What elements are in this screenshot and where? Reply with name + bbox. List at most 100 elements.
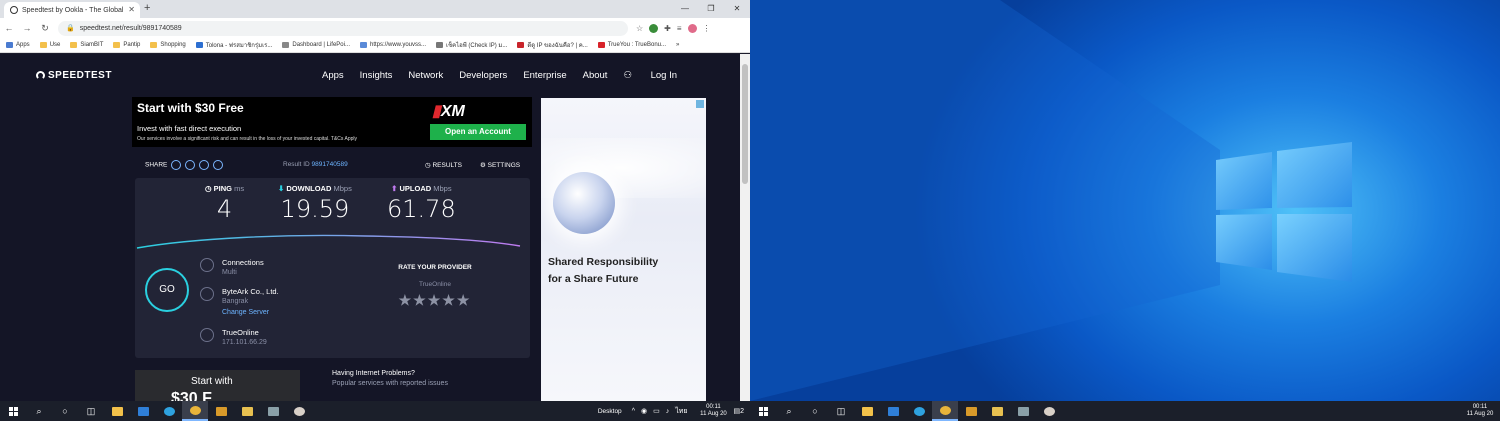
profile-avatar[interactable] [687,23,697,33]
more-icon[interactable] [212,160,223,170]
nav-network[interactable]: Network [408,70,443,81]
bookmark-item[interactable]: Apps [6,42,30,48]
new-tab-button[interactable]: + [144,2,150,14]
clock[interactable]: 00:11 11 Aug 20 [1460,404,1500,418]
internet-problems[interactable]: Having Internet Problems? Popular servic… [332,370,448,387]
ad-banner-side[interactable]: Shared Responsibility for a Share Future [541,98,706,401]
edge-icon[interactable] [906,401,932,421]
bookmark-item[interactable]: Pantip [113,42,140,48]
system-tray-right: 00:11 11 Aug 20 [1460,401,1500,421]
address-bar[interactable]: 🔒 speedtest.net/result/9891740589 [58,20,628,36]
display-icon[interactable]: ▭ [653,407,660,415]
task-view-icon[interactable]: ◫ [78,401,104,421]
network-icon[interactable]: ◉ [641,407,647,415]
media-icon[interactable] [208,401,234,421]
forward-arrow-icon[interactable]: → [18,23,36,33]
ad-headline: Start with $30 Free [137,101,244,115]
speedtest-logo[interactable]: SPEEDTEST [36,70,112,81]
notification-icon[interactable]: ▤2 [733,407,744,415]
browser-toolbar: ← → ↻ 🔒 speedtest.net/result/9891740589 … [0,18,750,38]
search-icon[interactable]: ⌕ [26,401,52,421]
close-window-button[interactable]: ✕ [724,0,750,18]
result-id-link[interactable]: 9891740589 [312,161,348,168]
keyboard-app-icon[interactable] [260,401,286,421]
bookmarks-bar: Apps Use SiamBIT Pantip Shopping Tolona … [0,38,750,53]
edge-icon[interactable] [156,401,182,421]
cortana-icon[interactable]: ○ [802,401,828,421]
folder-icon[interactable] [234,401,260,421]
twitter-icon[interactable] [185,160,196,170]
window-controls: — ❐ ✕ [672,0,750,18]
rating-stars[interactable]: ★★★★★ [380,292,490,309]
extension-icon[interactable] [649,23,659,33]
bookmark-item[interactable]: ดีดู IP ของฉันคือ? | ค... [517,40,588,50]
tab-close-icon[interactable]: ✕ [128,5,135,14]
page-scrollbar[interactable] [740,54,750,401]
speed-graph [136,234,521,249]
speedtest-page: SPEEDTEST Apps Insights Network Develope… [0,54,740,401]
adchoices-icon[interactable] [696,100,704,108]
reading-list-icon[interactable]: ≡ [677,24,682,33]
nav-apps[interactable]: Apps [322,70,344,81]
search-icon[interactable]: ⌕ [776,401,802,421]
keyboard-app-icon[interactable] [1010,401,1036,421]
browser-tab[interactable]: Speedtest by Ookla - The Global ✕ [4,2,140,18]
bookmark-item[interactable]: Dashboard | LifePoi... [282,42,350,48]
user-icon: ⚇ [623,70,635,81]
puzzle-icon[interactable]: ✚ [664,24,671,33]
language-indicator[interactable]: ไทย [675,406,687,417]
back-arrow-icon[interactable]: ← [0,23,18,33]
ad-banner-bottom[interactable]: Start with $30 F [135,370,300,401]
volume-icon[interactable]: ♪ [666,408,670,415]
bookmark-item[interactable]: SiamBIT [70,42,103,48]
bookmark-item[interactable]: https://www.youvss... [359,42,426,48]
store-icon[interactable] [104,401,130,421]
restore-button[interactable]: ❐ [698,0,724,18]
star-icon[interactable]: ☆ [636,24,643,33]
desktop-toolbar[interactable]: Desktop [598,408,622,415]
mail-icon[interactable] [880,401,906,421]
change-server-link[interactable]: Change Server [222,309,269,316]
bookmarks-more[interactable]: » [676,42,679,48]
bookmark-item[interactable]: Shopping [150,42,186,48]
app-icon[interactable] [1036,401,1062,421]
bookmark-item[interactable]: เช็คไอพี (Check IP) ม... [436,40,507,50]
start-button[interactable] [0,401,26,421]
go-button[interactable]: GO [145,268,189,312]
browser-tabstrip: Speedtest by Ookla - The Global ✕ + — ❐ … [0,0,750,18]
folder-icon[interactable] [984,401,1010,421]
ad-fineprint: Our services involve a significant risk … [137,136,358,142]
nav-insights[interactable]: Insights [360,70,393,81]
facebook-icon[interactable] [198,160,209,170]
bookmark-item[interactable]: Use [39,42,60,48]
menu-kebab-icon[interactable]: ⋮ [703,24,711,33]
address-url: speedtest.net/result/9891740589 [79,24,182,32]
upload-metric: ⬆ UPLOAD Mbps 61.78 [387,184,456,223]
chevron-up-icon[interactable]: ^ [632,408,635,415]
chrome-icon[interactable] [182,401,208,421]
open-account-button[interactable]: Open an Account [430,124,526,140]
ad-banner-top[interactable]: Start with $30 Free Invest with fast dir… [132,97,532,147]
reload-icon[interactable]: ↻ [36,23,54,34]
login-link[interactable]: ⚇ Log In [623,70,693,81]
nav-enterprise[interactable]: Enterprise [523,70,566,81]
nav-about[interactable]: About [583,70,608,81]
cortana-icon[interactable]: ○ [52,401,78,421]
bookmark-item[interactable]: Tolona - ฟรสมาชิกรุ่มเร... [195,40,272,50]
chrome-icon[interactable] [932,401,958,421]
media-icon[interactable] [958,401,984,421]
nav-developers[interactable]: Developers [459,70,507,81]
store-icon[interactable] [854,401,880,421]
clock[interactable]: 00:11 11 Aug 20 [693,404,733,418]
start-button[interactable] [750,401,776,421]
right-monitor-desktop [750,0,1500,401]
mail-icon[interactable] [130,401,156,421]
app-icon[interactable] [286,401,312,421]
task-view-icon[interactable]: ◫ [828,401,854,421]
settings-button[interactable]: ⚙ SETTINGS [480,161,520,169]
bookmark-item[interactable]: TrueYou : TrueBonu... [597,42,666,48]
minimize-button[interactable]: — [672,0,698,18]
taskbar-right: ⌕ ○ ◫ 00:11 11 Aug 20 [750,401,1500,421]
link-icon[interactable] [171,160,182,170]
results-button[interactable]: ◷ RESULTS [425,161,462,169]
